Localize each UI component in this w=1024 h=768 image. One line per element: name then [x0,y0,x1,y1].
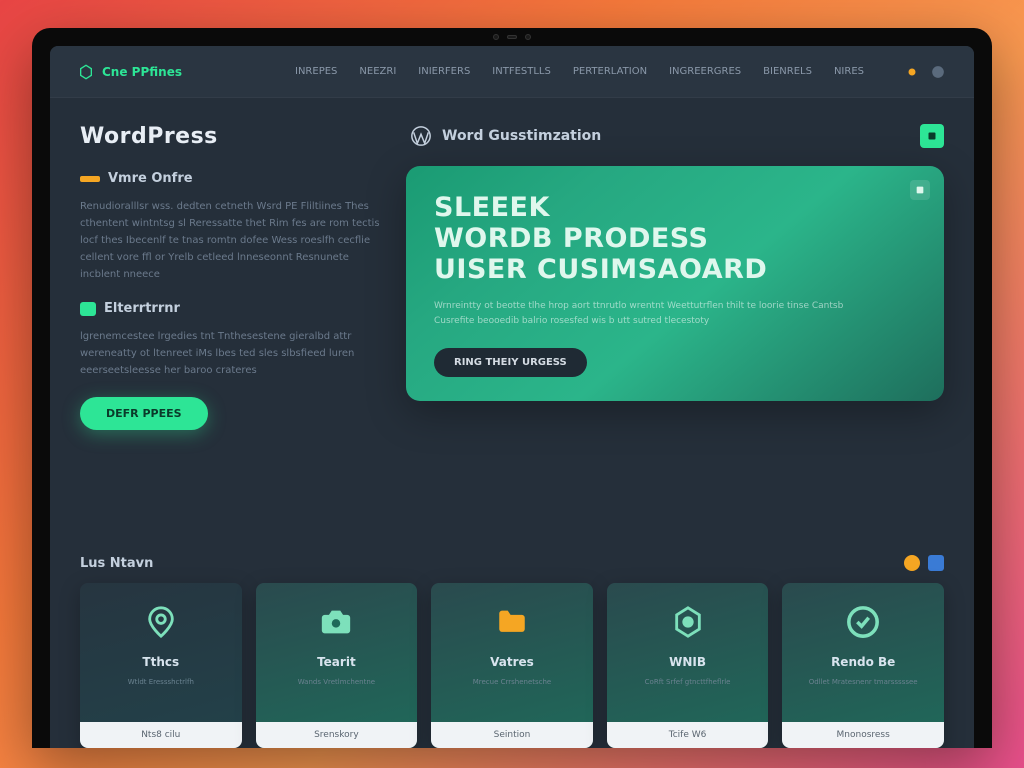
brand[interactable]: Cne PPfines [78,64,182,80]
section2-header: Elterrtrrnr [80,301,380,316]
section1-bar-icon [80,176,100,182]
top-navbar: Cne PPfines INREPES NEEZRI INIERFERS INT… [50,46,974,98]
nav-item-2[interactable]: INIERFERS [418,66,470,77]
card-3-desc: CoRft Srfef gtncttfheflrle [645,677,731,699]
location-icon [140,601,182,643]
hero-expand-icon[interactable] [910,180,930,200]
card-1-title: Tearit [317,655,356,669]
right-header-title: Word Gusstimzation [442,128,601,144]
card-4-title: Rendo Be [831,655,895,669]
nav-item-7[interactable]: NIRES [834,66,864,77]
brand-logo-icon [78,64,94,80]
nav-item-0[interactable]: INREPES [295,66,337,77]
card-2[interactable]: Vatres Mrecue Crrshenetsche Seintion [431,583,593,748]
nav-item-6[interactable]: BIENRELS [763,66,812,77]
laptop-frame: Cne PPfines INREPES NEEZRI INIERFERS INT… [32,28,992,748]
hero-card: SLEEEK WORDB PRODESS UISER CUSIMSAOARD W… [406,166,944,401]
screen: Cne PPfines INREPES NEEZRI INIERFERS INT… [50,46,974,748]
page-title: WordPress [80,124,380,149]
header-badge-icon[interactable] [920,124,944,148]
bottom-toolbar [904,555,944,571]
hero-button[interactable]: RING THEIY URGESS [434,348,587,377]
view-icon[interactable] [904,555,920,571]
section2-paragraph: lgrenemcestee lrgedies tnt Tnthesestene … [80,328,380,379]
nav-item-4[interactable]: PERTERLATION [573,66,647,77]
wordpress-logo-icon [410,125,432,147]
bottom-section: Lus Ntavn Tthcs Wtldt Eressshctrlfh Nts8… [50,555,974,748]
card-4-footer[interactable]: Mnonosress [782,722,944,748]
folder-icon [491,601,533,643]
check-circle-icon [842,601,884,643]
right-header: Word Gusstimzation [406,124,944,148]
filter-icon[interactable] [928,555,944,571]
card-0-title: Tthcs [142,655,179,669]
card-3-footer[interactable]: Tcife W6 [607,722,769,748]
nav-links: INREPES NEEZRI INIERFERS INTFESTLLS PERT… [295,64,946,80]
nav-item-5[interactable]: INGREERGRES [669,66,741,77]
camera-icon [315,601,357,643]
card-4[interactable]: Rendo Be Odllet Mratesnenr tmarsssssee M… [782,583,944,748]
gear-hex-icon [667,601,709,643]
card-0-footer[interactable]: Nts8 cilu [80,722,242,748]
card-3-title: WNIB [669,655,706,669]
nav-item-1[interactable]: NEEZRI [359,66,396,77]
card-3[interactable]: WNIB CoRft Srfef gtncttfheflrle Tcife W6 [607,583,769,748]
webcam-notch [493,34,531,40]
card-1[interactable]: Tearit Wands Vretlmchentne Srenskory [256,583,418,748]
card-4-desc: Odllet Mratesnenr tmarsssssee [809,677,918,699]
card-2-title: Vatres [490,655,534,669]
hero-title: SLEEEK WORDB PRODESS UISER CUSIMSAOARD [434,192,916,285]
brand-name: Cne PPfines [102,65,182,79]
card-1-desc: Wands Vretlmchentne [298,677,375,699]
section2-label: Elterrtrrnr [104,301,180,316]
section2-bar-icon [80,302,96,316]
nav-item-3[interactable]: INTFESTLLS [492,66,551,77]
left-column: WordPress Vmre Onfre Renudioralllsr wss.… [80,124,380,549]
section1-label: Vmre Onfre [108,171,193,186]
bottom-title: Lus Ntavn [80,556,153,571]
section1-paragraph: Renudioralllsr wss. dedten cetneth Wsrd … [80,198,380,283]
card-2-desc: Mrecue Crrshenetsche [473,677,552,699]
hero-subtitle: Wrnreintty ot beotte tlhe hrop aort ttnr… [434,299,868,330]
user-avatar-icon[interactable] [930,64,946,80]
card-2-footer[interactable]: Seintion [431,722,593,748]
section1-header: Vmre Onfre [80,171,380,186]
right-column: Word Gusstimzation SLEEEK WORDB PRODESS … [406,124,944,549]
cards-row: Tthcs Wtldt Eressshctrlfh Nts8 cilu Tear… [80,583,944,748]
card-1-footer[interactable]: Srenskory [256,722,418,748]
card-0[interactable]: Tthcs Wtldt Eressshctrlfh Nts8 cilu [80,583,242,748]
main-content: WordPress Vmre Onfre Renudioralllsr wss.… [50,98,974,549]
notification-icon[interactable] [904,64,920,80]
card-0-desc: Wtldt Eressshctrlfh [128,677,194,699]
primary-cta-button[interactable]: DEFR PPEES [80,397,208,430]
